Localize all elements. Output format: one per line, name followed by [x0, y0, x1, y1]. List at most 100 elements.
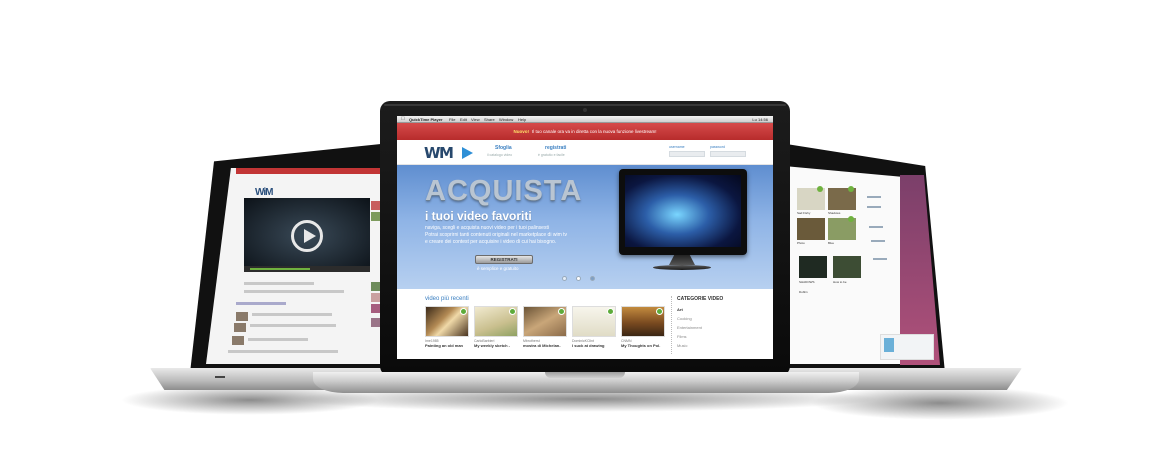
category-item-cooking[interactable]: Cooking	[677, 316, 692, 321]
carousel-dot-3[interactable]	[590, 276, 595, 281]
left-text-line	[252, 313, 332, 316]
check-badge-icon	[509, 308, 516, 315]
tv-monitor-screen	[625, 175, 741, 247]
left-laptop-led	[215, 376, 225, 378]
menubar-item-share[interactable]: Share	[484, 116, 495, 123]
category-divider	[671, 296, 672, 354]
recent-videos-title: video più recenti	[425, 296, 469, 302]
menubar-item-file[interactable]: File	[449, 116, 455, 123]
left-text-line	[248, 338, 308, 341]
categories-title: CATEGORIE VIDEO	[677, 296, 724, 302]
apple-icon[interactable]: 	[401, 116, 405, 123]
left-comment-avatar	[236, 312, 248, 321]
mac-menubar:  QuickTime Player File Edit View Share …	[397, 116, 773, 123]
category-item-films[interactable]: Films	[677, 334, 687, 339]
right-thumb-badge	[848, 216, 854, 222]
right-video-caption[interactable]: Sad Fishy	[797, 211, 810, 215]
hero-paragraph-line: naviga, scegli e acquista nuovi video pe…	[425, 225, 549, 231]
notification-bar[interactable]: Nuovo! Il tuo canale ora va in diretta co…	[397, 123, 773, 140]
carousel-dot-1[interactable]	[562, 276, 567, 281]
left-comment-avatar	[232, 336, 244, 345]
menubar-item-view[interactable]: View	[471, 116, 480, 123]
menubar-app-name[interactable]: QuickTime Player	[409, 116, 443, 123]
hero-subheadline: i tuoi video favoriti	[425, 209, 532, 223]
right-video-thumb[interactable]	[799, 256, 827, 278]
check-badge-icon	[460, 308, 467, 315]
register-button-sub: è semplice e gratuito	[477, 266, 519, 271]
hero-paragraph-line: e creare dei contest per acquisire i vid…	[425, 239, 557, 245]
category-item-art[interactable]: Art	[677, 307, 683, 312]
register-button[interactable]: REGISTRATI	[475, 255, 533, 264]
left-text-line	[228, 350, 338, 353]
video-title[interactable]: My Thoughts on Pol.	[621, 343, 660, 348]
left-comment-avatar	[234, 323, 246, 332]
nav-sfoglia-sub: il catalogo video	[487, 153, 513, 157]
check-badge-icon	[558, 308, 565, 315]
tv-monitor-neck	[669, 255, 695, 265]
video-thumbnail[interactable]	[474, 306, 518, 337]
category-item-entertainment[interactable]: Entertainment	[677, 325, 702, 330]
carousel-dot-2[interactable]	[576, 276, 581, 281]
notification-text: Il tuo canale ora va in diretta con la n…	[531, 129, 657, 134]
right-shadow	[810, 386, 1070, 420]
left-notification-bar	[236, 168, 384, 174]
category-item-music[interactable]: Music	[677, 343, 687, 348]
right-video-thumb[interactable]	[797, 218, 825, 240]
right-video-caption[interactable]: Blue	[828, 241, 834, 245]
username-field[interactable]	[669, 151, 705, 157]
recent-videos-section: video più recenti Ime1985 Painting an ol…	[397, 289, 773, 359]
left-player-progress	[250, 268, 310, 270]
nav-registrati[interactable]: registrati	[545, 145, 566, 151]
tv-monitor-image	[619, 169, 747, 255]
tv-monitor-foot	[653, 265, 711, 270]
video-thumbnail[interactable]	[572, 306, 616, 337]
menubar-clock[interactable]: Lu 14:56	[752, 116, 768, 123]
play-icon[interactable]	[291, 220, 323, 252]
video-title[interactable]: My weekly sketch -	[474, 343, 510, 348]
nav-registrati-sub: è gratuito e facile	[538, 153, 565, 157]
nav-sfoglia[interactable]: Sfoglia	[495, 145, 512, 151]
right-sidebar-link[interactable]	[873, 258, 887, 260]
camera-icon	[583, 108, 587, 112]
notification-tag: Nuovo!	[513, 129, 529, 134]
left-site-logo: WiM	[255, 187, 273, 198]
video-title[interactable]: mostra di Michelan-	[523, 343, 561, 348]
center-laptop-screen:  QuickTime Player File Edit View Share …	[397, 116, 773, 359]
right-video-caption[interactable]: Dublin	[799, 290, 808, 294]
video-thumbnail[interactable]	[621, 306, 665, 337]
left-text-line	[250, 324, 336, 327]
menubar-item-help[interactable]: Help	[518, 116, 526, 123]
menubar-item-edit[interactable]: Edit	[460, 116, 467, 123]
left-text-line	[244, 290, 344, 293]
right-ad-icon	[884, 338, 894, 352]
right-video-thumb[interactable]	[833, 256, 861, 278]
logo-play-icon	[462, 147, 473, 159]
right-video-caption[interactable]: Shadows	[828, 211, 840, 215]
username-label: username	[669, 145, 685, 149]
right-sidebar-link[interactable]	[867, 196, 881, 198]
menubar-item-window[interactable]: Window	[499, 116, 513, 123]
right-thumb-badge	[817, 186, 823, 192]
left-text-line	[244, 282, 314, 285]
site-header: WM Sfoglia il catalogo video registrati …	[397, 140, 773, 165]
check-badge-icon	[607, 308, 614, 315]
video-title[interactable]: Painting an old man	[425, 343, 463, 348]
device-mockup-stage: WiM Sad Fishy Shadows Photo Blue SHADOWS…	[0, 0, 1170, 449]
right-video-caption[interactable]: How to be	[833, 280, 847, 284]
hero-paragraph-line: Potrai scoprirni tanti contenuti origina…	[425, 232, 568, 238]
check-badge-icon	[656, 308, 663, 315]
hero-headline: ACQUISTA	[425, 175, 583, 207]
right-video-caption[interactable]: Photo	[797, 241, 805, 245]
password-field[interactable]	[710, 151, 746, 157]
password-label: password	[710, 145, 725, 149]
video-thumbnail[interactable]	[425, 306, 469, 337]
right-sidebar-link[interactable]	[871, 240, 885, 242]
video-title[interactable]: I suck at drawing	[572, 343, 604, 348]
center-laptop-notch	[545, 372, 625, 378]
hero-banner: ACQUISTA i tuoi video favoriti naviga, s…	[397, 165, 773, 289]
right-sidebar-link[interactable]	[867, 206, 881, 208]
right-video-caption[interactable]: SHADOWS	[799, 280, 815, 284]
video-thumbnail[interactable]	[523, 306, 567, 337]
left-text-line	[236, 302, 286, 305]
right-sidebar-link[interactable]	[869, 226, 883, 228]
